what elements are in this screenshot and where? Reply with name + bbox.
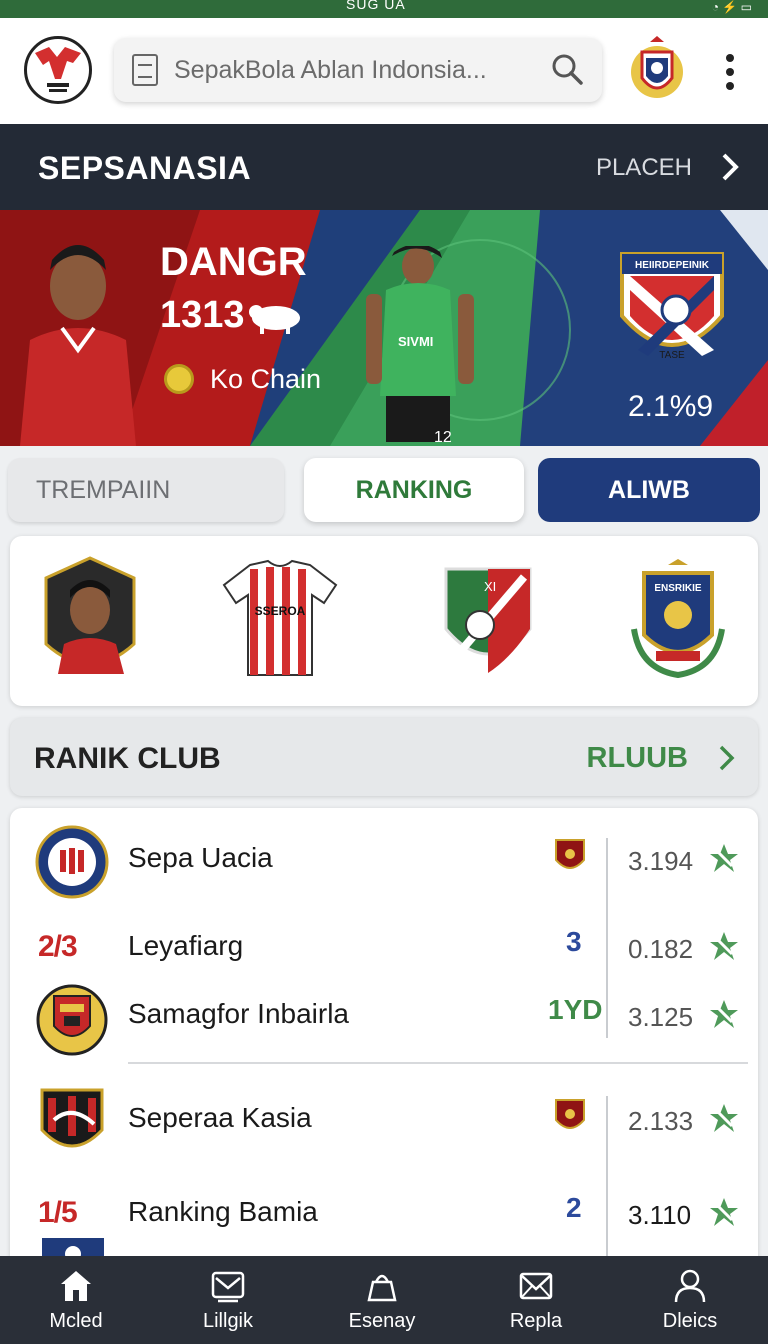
section-header: SEPSANASIA PLACEH — [0, 124, 768, 210]
star-burst-icon[interactable] — [708, 1102, 740, 1134]
nav-item-profile[interactable]: Dleics — [614, 1256, 766, 1344]
club-value: 2.133 — [628, 1106, 694, 1136]
jersey-text: SIVMI — [398, 334, 433, 349]
coin-icon — [164, 364, 194, 394]
hero-title: DANGR — [160, 240, 307, 284]
club-name: Samagfor Inbairla — [128, 998, 350, 1029]
club-name: Sepa Uacia — [128, 842, 273, 873]
player-figure: SIVMI 12 — [366, 246, 474, 446]
club-mark: 3 — [566, 926, 582, 957]
club-name: Leyafiarg — [128, 930, 244, 961]
hero-banner[interactable]: DANGR 1313 Ko Chain SIVMI 12 HEIIRDEPEIN… — [0, 210, 768, 446]
badge-card: SSEROA XI ENSRIKIE — [10, 536, 758, 706]
club-mark: 1YD — [548, 994, 603, 1025]
tab-bar: TREMPAIIN RANKING ALIWB — [8, 458, 760, 524]
club-name: Seperaa Kasia — [128, 1102, 312, 1133]
table-row[interactable]: Sepa Uacia 3.194 — [10, 824, 758, 899]
star-burst-icon[interactable] — [708, 930, 740, 962]
bird-logo-icon — [35, 47, 81, 92]
club-emblem-icon — [35, 825, 109, 899]
list-divider — [128, 1062, 748, 1064]
club-emblem-icon — [40, 1088, 104, 1148]
bottom-nav: Mcled Lillgik Esenay Repla Dleics — [0, 1256, 768, 1344]
search-icon[interactable] — [550, 52, 584, 86]
club-badge-text: ENSRIKIE — [654, 583, 702, 594]
club-value: 0.182 — [628, 934, 694, 964]
chevron-right-icon[interactable] — [718, 744, 736, 772]
hero-number: 1313 — [160, 294, 245, 336]
status-bar: SUG UA ◔ ⚡ ▭ — [0, 0, 768, 18]
club-name: Ranking Bamia — [128, 1196, 318, 1227]
jersey-number: 12 — [434, 429, 452, 446]
tab-ranking[interactable]: RANKING — [304, 458, 524, 522]
top-bar: SepakBola Ablan Indonsia... — [0, 18, 768, 124]
table-row[interactable]: 1/5 Ranking Bamia 2 3.110 — [10, 1178, 758, 1248]
player-photo — [20, 245, 136, 446]
star-burst-icon[interactable] — [708, 842, 740, 874]
ranking-link[interactable]: RLUUB — [587, 742, 689, 775]
nav-item-envelope[interactable]: Repla — [460, 1256, 612, 1344]
club-mark: 2 — [566, 1192, 582, 1223]
shield-icon[interactable]: XI — [440, 554, 536, 684]
mail-icon — [211, 1271, 245, 1303]
star-burst-icon[interactable] — [708, 998, 740, 1030]
nav-item-bag[interactable]: Esenay — [306, 1256, 458, 1344]
animal-mascot-icon — [249, 305, 300, 334]
section-title: SEPSANASIA — [38, 150, 252, 186]
user-icon — [674, 1269, 706, 1303]
star-burst-icon[interactable] — [708, 1196, 740, 1228]
table-row[interactable]: Samagfor Inbairla 1YD 3.125 — [10, 980, 758, 1056]
mini-crest-icon — [555, 839, 585, 869]
nav-item-mail[interactable]: Lillgik — [152, 1256, 304, 1344]
search-bar[interactable]: SepakBola Ablan Indonsia... — [114, 38, 602, 102]
app-logo[interactable] — [24, 36, 92, 104]
jersey-badge-text: SSEROA — [255, 604, 306, 618]
club-badge-icon[interactable]: ENSRIKIE — [630, 554, 726, 684]
ranking-title: RANIK CLUB — [34, 742, 221, 775]
club-value: 3.110 — [628, 1200, 692, 1230]
nav-label: Esenay — [348, 1310, 416, 1332]
document-icon — [132, 54, 158, 86]
hero-subtitle: Ko Chain — [210, 364, 322, 394]
club-crest-icon[interactable] — [628, 34, 686, 104]
mini-crest-icon — [555, 1099, 585, 1129]
rank-number: 1/5 — [38, 1196, 78, 1229]
shield-text: XI — [484, 579, 496, 594]
club-emblem-icon — [36, 984, 108, 1056]
status-time: SUG UA — [346, 0, 406, 12]
search-placeholder: SepakBola Ablan Indonsia... — [174, 56, 487, 84]
nav-label: Mcled — [49, 1310, 103, 1332]
tournament-crest-icon: HEIIRDEPEINIK TASE — [620, 252, 724, 361]
club-value: 3.194 — [628, 846, 694, 876]
jersey-icon[interactable]: SSEROA — [220, 554, 340, 684]
player-badge-icon[interactable] — [40, 554, 140, 684]
nav-label: Repla — [509, 1310, 563, 1332]
tab-trempaiin[interactable]: TREMPAIIN — [8, 458, 284, 522]
nav-item-home[interactable]: Mcled — [0, 1256, 152, 1344]
nav-label: Lillgik — [202, 1310, 254, 1332]
hero-score: 2.1%9 — [628, 390, 714, 423]
status-icons: ◔ ⚡ ▭ — [711, 0, 752, 14]
more-options-icon[interactable] — [718, 54, 742, 94]
tab-aliwb[interactable]: ALIWB — [538, 458, 760, 522]
table-row[interactable]: Seperaa Kasia 2.133 — [10, 1084, 758, 1154]
crest-sub: TASE — [659, 350, 685, 361]
ranking-list: Sepa Uacia 3.194 2/3 Leyafiarg 3 0.182 S… — [10, 808, 758, 1268]
home-icon — [61, 1271, 91, 1301]
nav-label: Dleics — [662, 1310, 718, 1332]
chevron-right-icon[interactable] — [720, 152, 740, 182]
table-row[interactable]: 2/3 Leyafiarg 3 0.182 — [10, 912, 758, 982]
crest-text: HEIIRDEPEINIK — [635, 260, 710, 271]
rank-number: 2/3 — [38, 930, 78, 963]
envelope-icon — [519, 1272, 553, 1300]
ranking-header: RANIK CLUB RLUUB — [10, 718, 758, 796]
bag-icon — [367, 1274, 397, 1302]
section-link[interactable]: PLACEH — [596, 154, 692, 182]
club-value: 3.125 — [628, 1002, 694, 1032]
